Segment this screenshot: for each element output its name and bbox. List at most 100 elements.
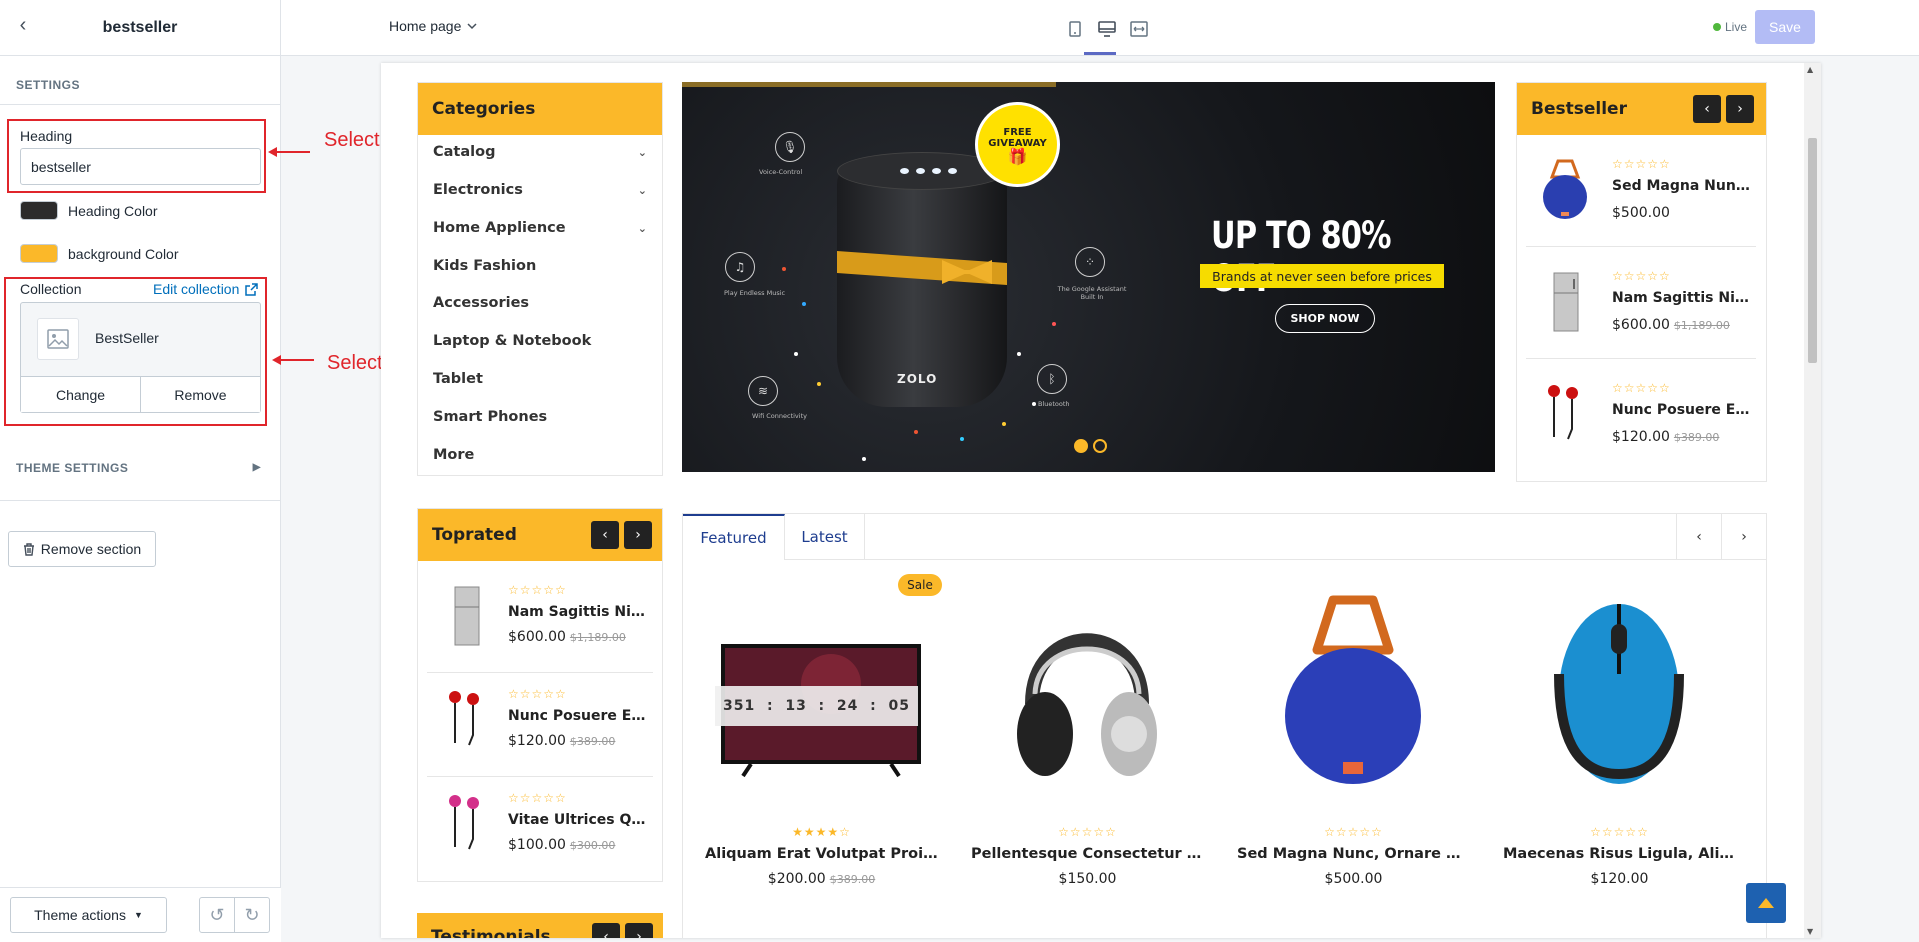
tab-featured[interactable]: Featured: [683, 514, 785, 560]
category-label[interactable]: Tablet: [433, 371, 483, 387]
product-row[interactable]: ☆☆☆☆☆ Nunc Posuere Erat Viverra $120.00$…: [1526, 359, 1756, 471]
product-name[interactable]: Sed Magna Nunc, Ornare Con...: [1612, 178, 1754, 194]
theme-settings-label[interactable]: THEME SETTINGS: [16, 461, 128, 475]
theme-settings-toggle[interactable]: THEME SETTINGS ▶: [16, 461, 261, 475]
slider-dot[interactable]: [1093, 439, 1107, 453]
category-item[interactable]: Catalog ⌄: [433, 144, 647, 160]
chevron-left-icon[interactable]: ‹: [592, 923, 620, 938]
theme-actions-label[interactable]: Theme actions: [34, 907, 126, 923]
bestseller-nav: ‹ ›: [1688, 95, 1754, 123]
category-label[interactable]: Kids Fashion: [433, 258, 536, 274]
category-label[interactable]: Accessories: [433, 295, 529, 311]
price: $500.00: [1324, 871, 1383, 887]
undo-icon[interactable]: ↺: [200, 898, 234, 932]
category-label[interactable]: Laptop & Notebook: [433, 333, 591, 349]
product-row[interactable]: ☆☆☆☆☆ Vitae Ultrices Quam Lorem $100.00$…: [427, 769, 653, 881]
background-color-picker[interactable]: background Color: [20, 244, 179, 263]
music-icon: ♫: [725, 252, 755, 282]
background-color-swatch[interactable]: [20, 244, 58, 263]
product-price: $500.00: [1227, 871, 1480, 887]
category-item[interactable]: Accessories: [433, 295, 647, 311]
shop-now-button[interactable]: SHOP NOW: [1275, 304, 1375, 333]
earphones-image: [449, 795, 479, 850]
slider-dot-active[interactable]: [1074, 439, 1088, 453]
product-row[interactable]: ☆☆☆☆☆ Nunc Posuere Erat Viverra $120.00$…: [427, 665, 653, 777]
hero-banner[interactable]: ZOLO FREE GIVEAWAY 🎁 🎙 Voice-Control ♫ P…: [682, 82, 1495, 472]
product-name[interactable]: Maecenas Risus Ligula, Aliquam Vel: [1503, 846, 1736, 862]
category-label[interactable]: More: [433, 447, 474, 463]
product-card[interactable]: ☆☆☆☆☆ Maecenas Risus Ligula, Aliquam Vel…: [1493, 574, 1746, 924]
product-row[interactable]: ☆☆☆☆☆ Nam Sagittis Nibh Euismod $600.00$…: [1526, 247, 1756, 359]
feature-label: Play Endless Music: [724, 289, 786, 297]
save-button[interactable]: Save: [1755, 10, 1815, 44]
category-item[interactable]: Kids Fashion: [433, 258, 647, 274]
preview-scrollbar[interactable]: ▲ ▼: [1804, 63, 1821, 938]
product-name[interactable]: Nam Sagittis Nibh Euismod: [508, 604, 646, 620]
heading-color-picker[interactable]: Heading Color: [20, 201, 158, 220]
chevron-left-icon[interactable]: ‹: [1676, 514, 1721, 560]
fullwidth-icon[interactable]: [1123, 16, 1155, 42]
product-card[interactable]: ☆☆☆☆☆ Pellentesque Consectetur Urna Nec …: [961, 574, 1214, 924]
sidebar-footer: Theme actions ▼ ↺ ↻: [0, 887, 281, 942]
rating-stars: ☆☆☆☆☆: [1612, 157, 1671, 171]
chevron-right-icon[interactable]: ›: [1726, 95, 1754, 123]
testimonials-nav: ‹ ›: [587, 923, 653, 938]
gift-icon: 🎁: [1007, 147, 1028, 166]
remove-section-button[interactable]: Remove section: [8, 531, 156, 567]
microphone-icon: 🎙: [775, 132, 805, 162]
rating-stars: ☆☆☆☆☆: [1324, 825, 1383, 839]
category-item[interactable]: Smart Phones: [433, 409, 647, 425]
product-price: $120.00 $389.00: [1612, 429, 1719, 445]
mouse-image: [1554, 604, 1684, 784]
product-name[interactable]: Sed Magna Nunc, Ornare Consequat: [1237, 846, 1470, 862]
chevron-left-icon[interactable]: ‹: [12, 14, 34, 37]
scroll-up-icon[interactable]: ▲: [1807, 65, 1813, 74]
product-row[interactable]: ☆☆☆☆☆ Nam Sagittis Nibh Euismod $600.00$…: [427, 561, 653, 673]
scrollbar-thumb[interactable]: [1808, 138, 1817, 363]
category-item[interactable]: Electronics ⌄: [433, 182, 647, 198]
page-selector-label[interactable]: Home page: [389, 18, 461, 34]
chevron-right-icon[interactable]: ›: [624, 521, 652, 549]
category-item[interactable]: Tablet: [433, 371, 647, 387]
jbl-speaker-image: [1543, 159, 1587, 219]
scroll-down-icon[interactable]: ▼: [1807, 927, 1813, 936]
chevron-right-icon[interactable]: ›: [625, 923, 653, 938]
remove-section-label[interactable]: Remove section: [41, 541, 141, 557]
jbl-speaker-image: [1285, 595, 1421, 784]
category-item[interactable]: Home Applience ⌄: [433, 220, 647, 236]
category-item[interactable]: Laptop & Notebook: [433, 333, 647, 349]
product-name[interactable]: Vitae Ultrices Quam Lorem: [508, 812, 646, 828]
product-name[interactable]: Pellentesque Consectetur Urna Nec: [971, 846, 1204, 862]
chevron-left-icon[interactable]: ‹: [591, 521, 619, 549]
product-price: $200.00 $389.00: [695, 871, 948, 887]
old-price: $389.00: [1673, 431, 1720, 444]
mobile-icon[interactable]: [1059, 16, 1091, 42]
headphones-image: [1017, 633, 1157, 776]
page-selector[interactable]: Home page: [389, 18, 477, 34]
old-price: $389.00: [569, 735, 616, 748]
product-card[interactable]: 351 : 13 : 24 : 05 ★★★★☆ Aliquam Erat Vo…: [695, 574, 948, 924]
category-label[interactable]: Electronics: [433, 182, 523, 198]
scroll-to-top-button[interactable]: [1746, 883, 1786, 923]
product-row[interactable]: ☆☆☆☆☆ Sed Magna Nunc, Ornare Con... $500…: [1526, 135, 1756, 247]
product-price: $120.00: [1493, 871, 1746, 887]
price: $200.00: [767, 871, 826, 887]
category-label[interactable]: Smart Phones: [433, 409, 547, 425]
category-item[interactable]: More: [433, 447, 647, 463]
product-name[interactable]: Aliquam Erat Volutpat Proin Gravida: [705, 846, 938, 862]
tab-latest[interactable]: Latest: [785, 514, 865, 560]
category-label[interactable]: Home Applience: [433, 220, 566, 236]
category-label[interactable]: Catalog: [433, 144, 495, 160]
rating-stars: ☆☆☆☆☆: [1612, 269, 1671, 283]
product-name[interactable]: Nam Sagittis Nibh Euismod: [1612, 290, 1754, 306]
chevron-down-icon: [467, 22, 477, 29]
chevron-left-icon[interactable]: ‹: [1693, 95, 1721, 123]
theme-actions-button[interactable]: Theme actions ▼: [10, 897, 167, 933]
chevron-right-icon[interactable]: ›: [1721, 514, 1766, 560]
desktop-icon[interactable]: [1091, 16, 1123, 42]
product-name[interactable]: Nunc Posuere Erat Viverra: [508, 708, 646, 724]
product-name[interactable]: Nunc Posuere Erat Viverra: [1612, 402, 1754, 418]
heading-color-swatch[interactable]: [20, 201, 58, 220]
redo-icon[interactable]: ↻: [234, 898, 269, 932]
product-card[interactable]: ☆☆☆☆☆ Sed Magna Nunc, Ornare Consequat $…: [1227, 574, 1480, 924]
